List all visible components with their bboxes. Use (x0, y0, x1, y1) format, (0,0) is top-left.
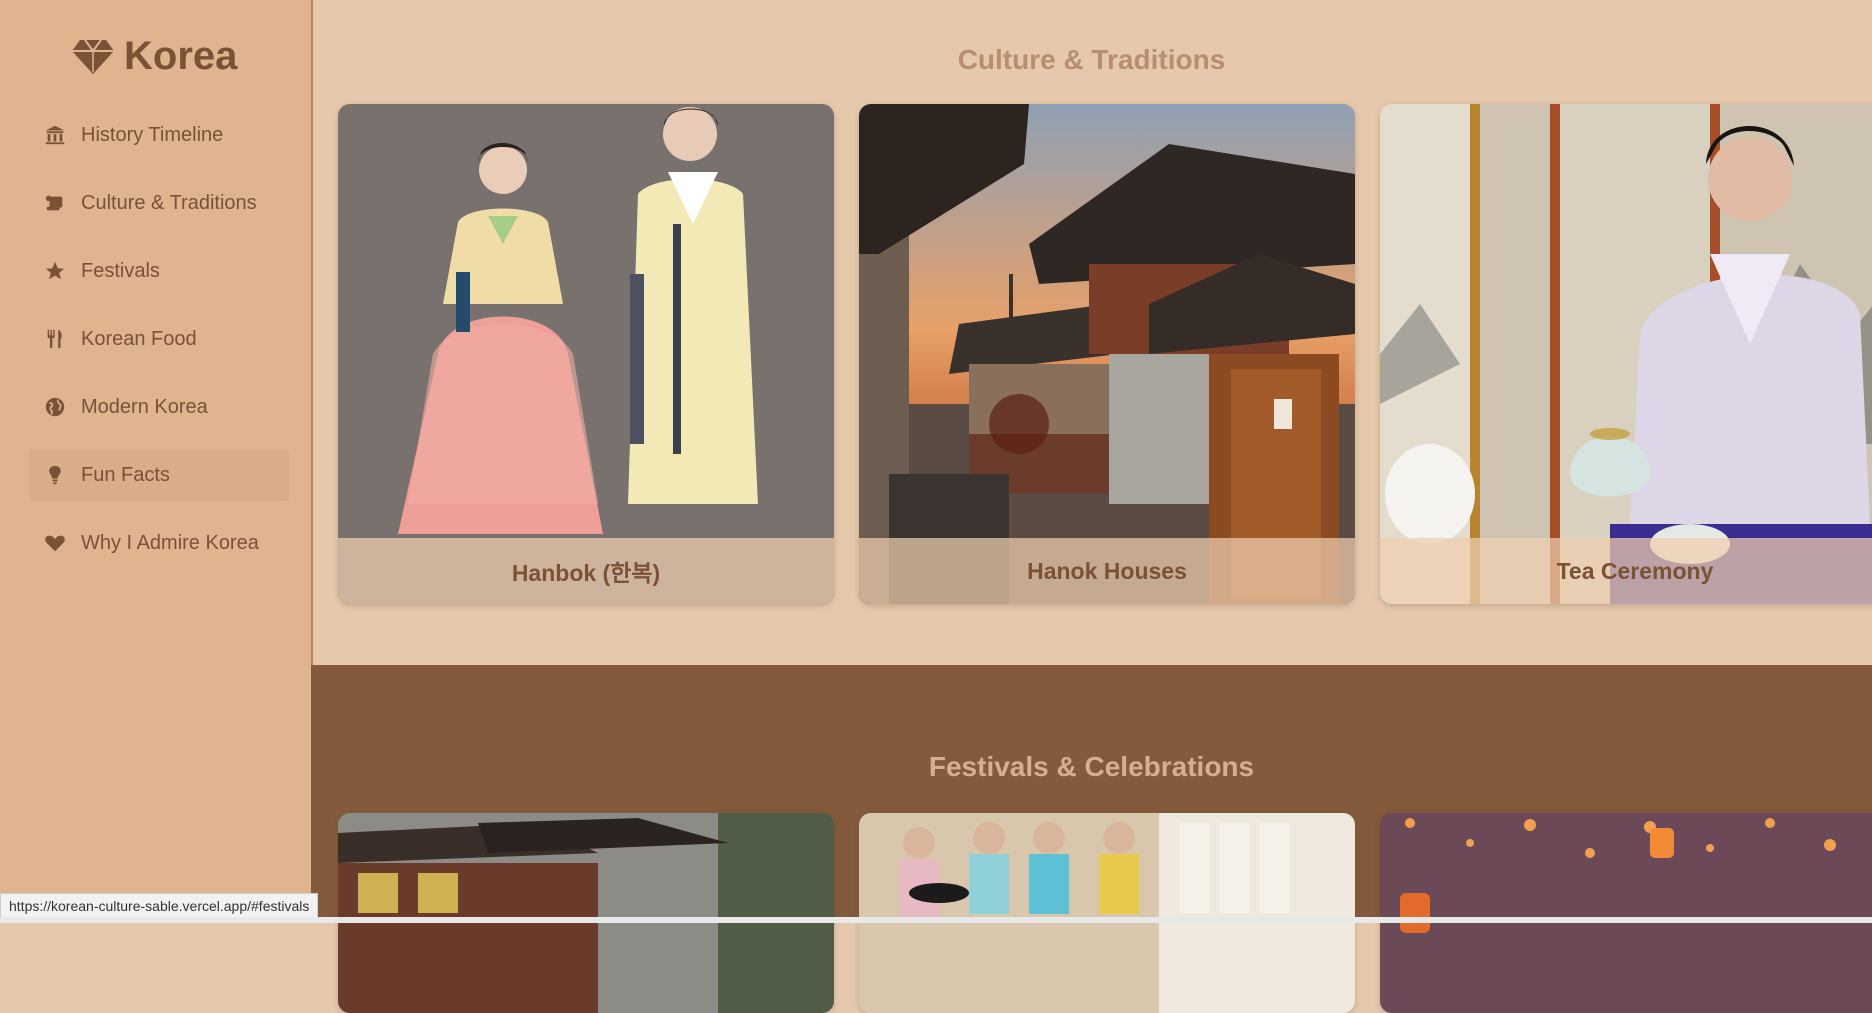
horizontal-scrollbar[interactable] (0, 917, 1872, 923)
festival-temple-image (338, 813, 834, 1013)
sidebar-item-why-i-admire-korea[interactable]: Why I Admire Korea (29, 517, 289, 569)
sidebar-item-festivals[interactable]: Festivals (29, 245, 289, 297)
sidebar-item-label: History Timeline (81, 123, 224, 146)
status-bar-url: https://korean-culture-sable.vercel.app/… (0, 893, 319, 919)
sidebar-item-label: Fun Facts (81, 463, 170, 486)
culture-card-hanok-houses[interactable]: Hanok Houses (859, 104, 1355, 604)
logo[interactable]: Korea (72, 34, 237, 79)
utensils-icon (43, 327, 67, 351)
festival-card-1[interactable] (338, 813, 834, 1013)
sidebar-item-history-timeline[interactable]: History Timeline (29, 109, 289, 161)
globe-icon (43, 395, 67, 419)
card-caption: Hanbok (한복) (338, 538, 834, 604)
festival-people-image (859, 813, 1355, 1013)
section-title-culture: Culture & Traditions (957, 44, 1226, 75)
festival-lanterns-image (1380, 813, 1872, 1013)
sidebar-item-culture-traditions[interactable]: Culture & Traditions (29, 177, 289, 229)
culture-card-hanbok[interactable]: Hanbok (한복) (338, 104, 834, 604)
sidebar-item-label: Festivals (81, 259, 160, 282)
festival-card-2[interactable] (859, 813, 1355, 1013)
card-caption: Tea Ceremony (1380, 538, 1872, 604)
sidebar-nav: History Timeline Culture & Traditions Fe… (29, 109, 289, 585)
festival-card-3[interactable] (1380, 813, 1872, 1013)
sidebar-item-label: Modern Korea (81, 395, 208, 418)
sidebar-item-label: Culture & Traditions (81, 191, 257, 214)
hanbok-image (338, 104, 834, 604)
gem-icon (72, 38, 114, 74)
scroll-icon (43, 191, 67, 215)
card-caption: Hanok Houses (859, 538, 1355, 604)
sidebar-item-fun-facts[interactable]: Fun Facts (29, 449, 289, 501)
tea-ceremony-image (1380, 104, 1872, 604)
section-title-festivals: Festivals & Celebrations (928, 751, 1255, 782)
sidebar-item-korean-food[interactable]: Korean Food (29, 313, 289, 365)
sidebar: Korea History Timeline Culture & Traditi… (0, 0, 313, 923)
culture-card-tea-ceremony[interactable]: Tea Ceremony (1380, 104, 1872, 604)
hanok-houses-image (859, 104, 1355, 604)
heart-icon (43, 531, 67, 555)
sidebar-item-label: Korean Food (81, 327, 197, 350)
star-icon (43, 259, 67, 283)
landmark-icon (43, 123, 67, 147)
festivals-section: Festivals & Celebrations (311, 665, 1872, 1013)
lightbulb-icon (43, 463, 67, 487)
sidebar-item-label: Why I Admire Korea (81, 531, 259, 554)
logo-text: Korea (124, 34, 238, 78)
sidebar-item-modern-korea[interactable]: Modern Korea (29, 381, 289, 433)
